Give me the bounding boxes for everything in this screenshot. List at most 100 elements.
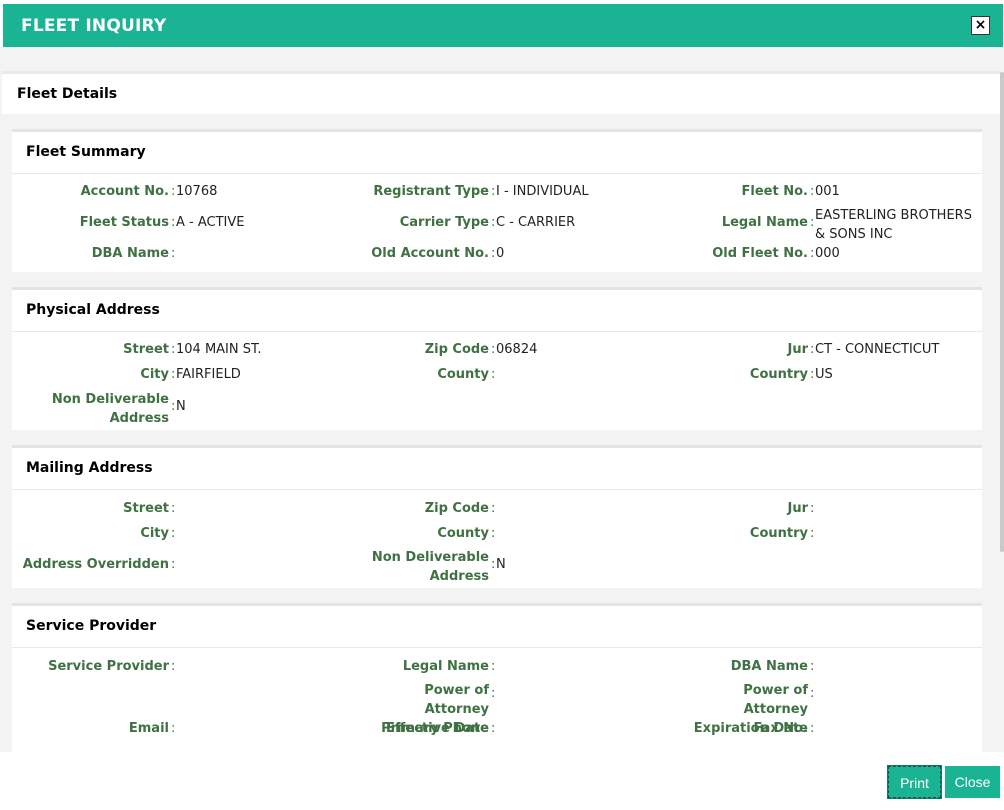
colon: : [491,721,496,736]
mailing-address-panel: Mailing Address Street : Zip Code : Jur … [12,445,982,588]
colon: : [491,367,496,382]
colon: : [171,246,176,261]
colon: : [171,557,176,572]
physical-city-label: City [140,367,169,382]
colon: : [171,501,176,516]
fleet-summary-panel: Fleet Summary Account No. : 10768 Regist… [12,129,982,272]
colon: : [810,501,815,516]
registrant-type-label: Registrant Type [373,184,489,199]
physical-country-label: Country [749,367,808,382]
close-button[interactable]: Close [945,766,1000,798]
physical-address-panel: Physical Address Street : 104 MAIN ST. Z… [12,287,982,430]
old-account-no-value: 0 [496,246,505,261]
colon: : [491,215,496,230]
mailing-city-label: City [140,526,169,541]
dialog-footer: Print Close [0,752,1004,810]
fleet-inquiry-dialog: FLEET INQUIRY × Fleet Details Fleet Summ… [0,0,1004,810]
service-provider-header: Service Provider [12,606,982,648]
mailing-country-label: Country [749,526,808,541]
colon: : [810,721,815,736]
colon: : [171,399,176,414]
colon: : [810,215,815,230]
colon: : [171,184,176,199]
mailing-jur-label: Jur [787,501,808,516]
service-provider-panel: Service Provider Service Provider : Lega… [12,603,982,752]
old-fleet-no-value: 000 [815,246,840,261]
address-overridden-label: Address Overridden [22,557,169,572]
fleet-details-title: Fleet Details [17,86,118,102]
carrier-type-value: C - CARRIER [496,215,576,230]
physical-jur-label: Jur [787,342,808,357]
dialog-title: FLEET INQUIRY [21,16,167,36]
colon: : [171,721,176,736]
physical-street-value: 104 MAIN ST. [176,342,262,357]
fax-no-label: Fax No. [753,721,808,736]
account-no-label: Account No. [80,184,169,199]
colon: : [810,184,815,199]
mailing-non-deliverable-label: Non Deliverable Address [371,550,489,584]
old-fleet-no-label: Old Fleet No. [712,246,808,261]
account-no-value: 10768 [176,184,218,199]
scrollbar[interactable] [1000,72,1004,552]
physical-jur-value: CT - CONNECTICUT [815,342,940,357]
fleet-no-label: Fleet No. [741,184,808,199]
physical-non-deliverable-label: Non Deliverable Address [51,392,169,426]
physical-address-header: Physical Address [12,290,982,332]
registrant-type-value: I - INDIVIDUAL [496,184,589,199]
mailing-zip-label: Zip Code [424,501,489,516]
mailing-address-title: Mailing Address [26,460,153,476]
colon: : [171,659,176,674]
colon: : [491,246,496,261]
fleet-status-value: A - ACTIVE [176,215,245,230]
fleet-no-value: 001 [815,184,840,199]
sp-legal-name-label: Legal Name [402,659,489,674]
colon: : [491,557,496,572]
colon: : [810,659,815,674]
physical-city-value: FAIRFIELD [176,367,241,382]
colon: : [810,342,815,357]
physical-country-value: US [815,367,833,382]
fleet-summary-title: Fleet Summary [26,144,146,160]
colon: : [491,184,496,199]
mailing-street-label: Street [123,501,169,516]
mailing-non-deliverable-value: N [496,557,506,572]
service-provider-title: Service Provider [26,618,157,634]
colon: : [491,526,496,541]
sp-dba-name-label: DBA Name [730,659,808,674]
physical-non-deliverable-value: N [176,399,186,414]
print-button[interactable]: Print [887,765,942,799]
dialog-titlebar: FLEET INQUIRY × [3,4,1003,47]
service-provider-label: Service Provider [48,659,169,674]
colon: : [171,215,176,230]
fleet-status-label: Fleet Status [79,215,169,230]
mailing-address-header: Mailing Address [12,448,982,490]
physical-zip-label: Zip Code [424,342,489,357]
email-label: Email [128,721,169,736]
colon: : [491,659,496,674]
close-icon[interactable]: × [971,16,990,35]
fleet-details-header: Fleet Details [2,71,1000,114]
colon: : [171,526,176,541]
physical-county-label: County [437,367,489,382]
primary-phone-label: Primary Phone [381,721,489,736]
carrier-type-label: Carrier Type [399,215,489,230]
colon: : [810,367,815,382]
colon: : [491,501,496,516]
physical-address-title: Physical Address [26,302,160,318]
colon: : [171,342,176,357]
colon: : [810,686,815,701]
legal-name-value: EASTERLING BROTHERS & SONS INC [815,208,972,242]
mailing-county-label: County [437,526,489,541]
colon: : [491,686,496,701]
dialog-content[interactable]: Fleet Details Fleet Summary Account No. … [0,47,1004,752]
fleet-summary-header: Fleet Summary [12,132,982,174]
dba-name-label: DBA Name [91,246,169,261]
legal-name-label: Legal Name [721,215,808,230]
colon: : [171,367,176,382]
colon: : [810,526,815,541]
colon: : [810,246,815,261]
old-account-no-label: Old Account No. [371,246,489,261]
physical-zip-value: 06824 [496,342,538,357]
colon: : [491,342,496,357]
physical-street-label: Street [123,342,169,357]
